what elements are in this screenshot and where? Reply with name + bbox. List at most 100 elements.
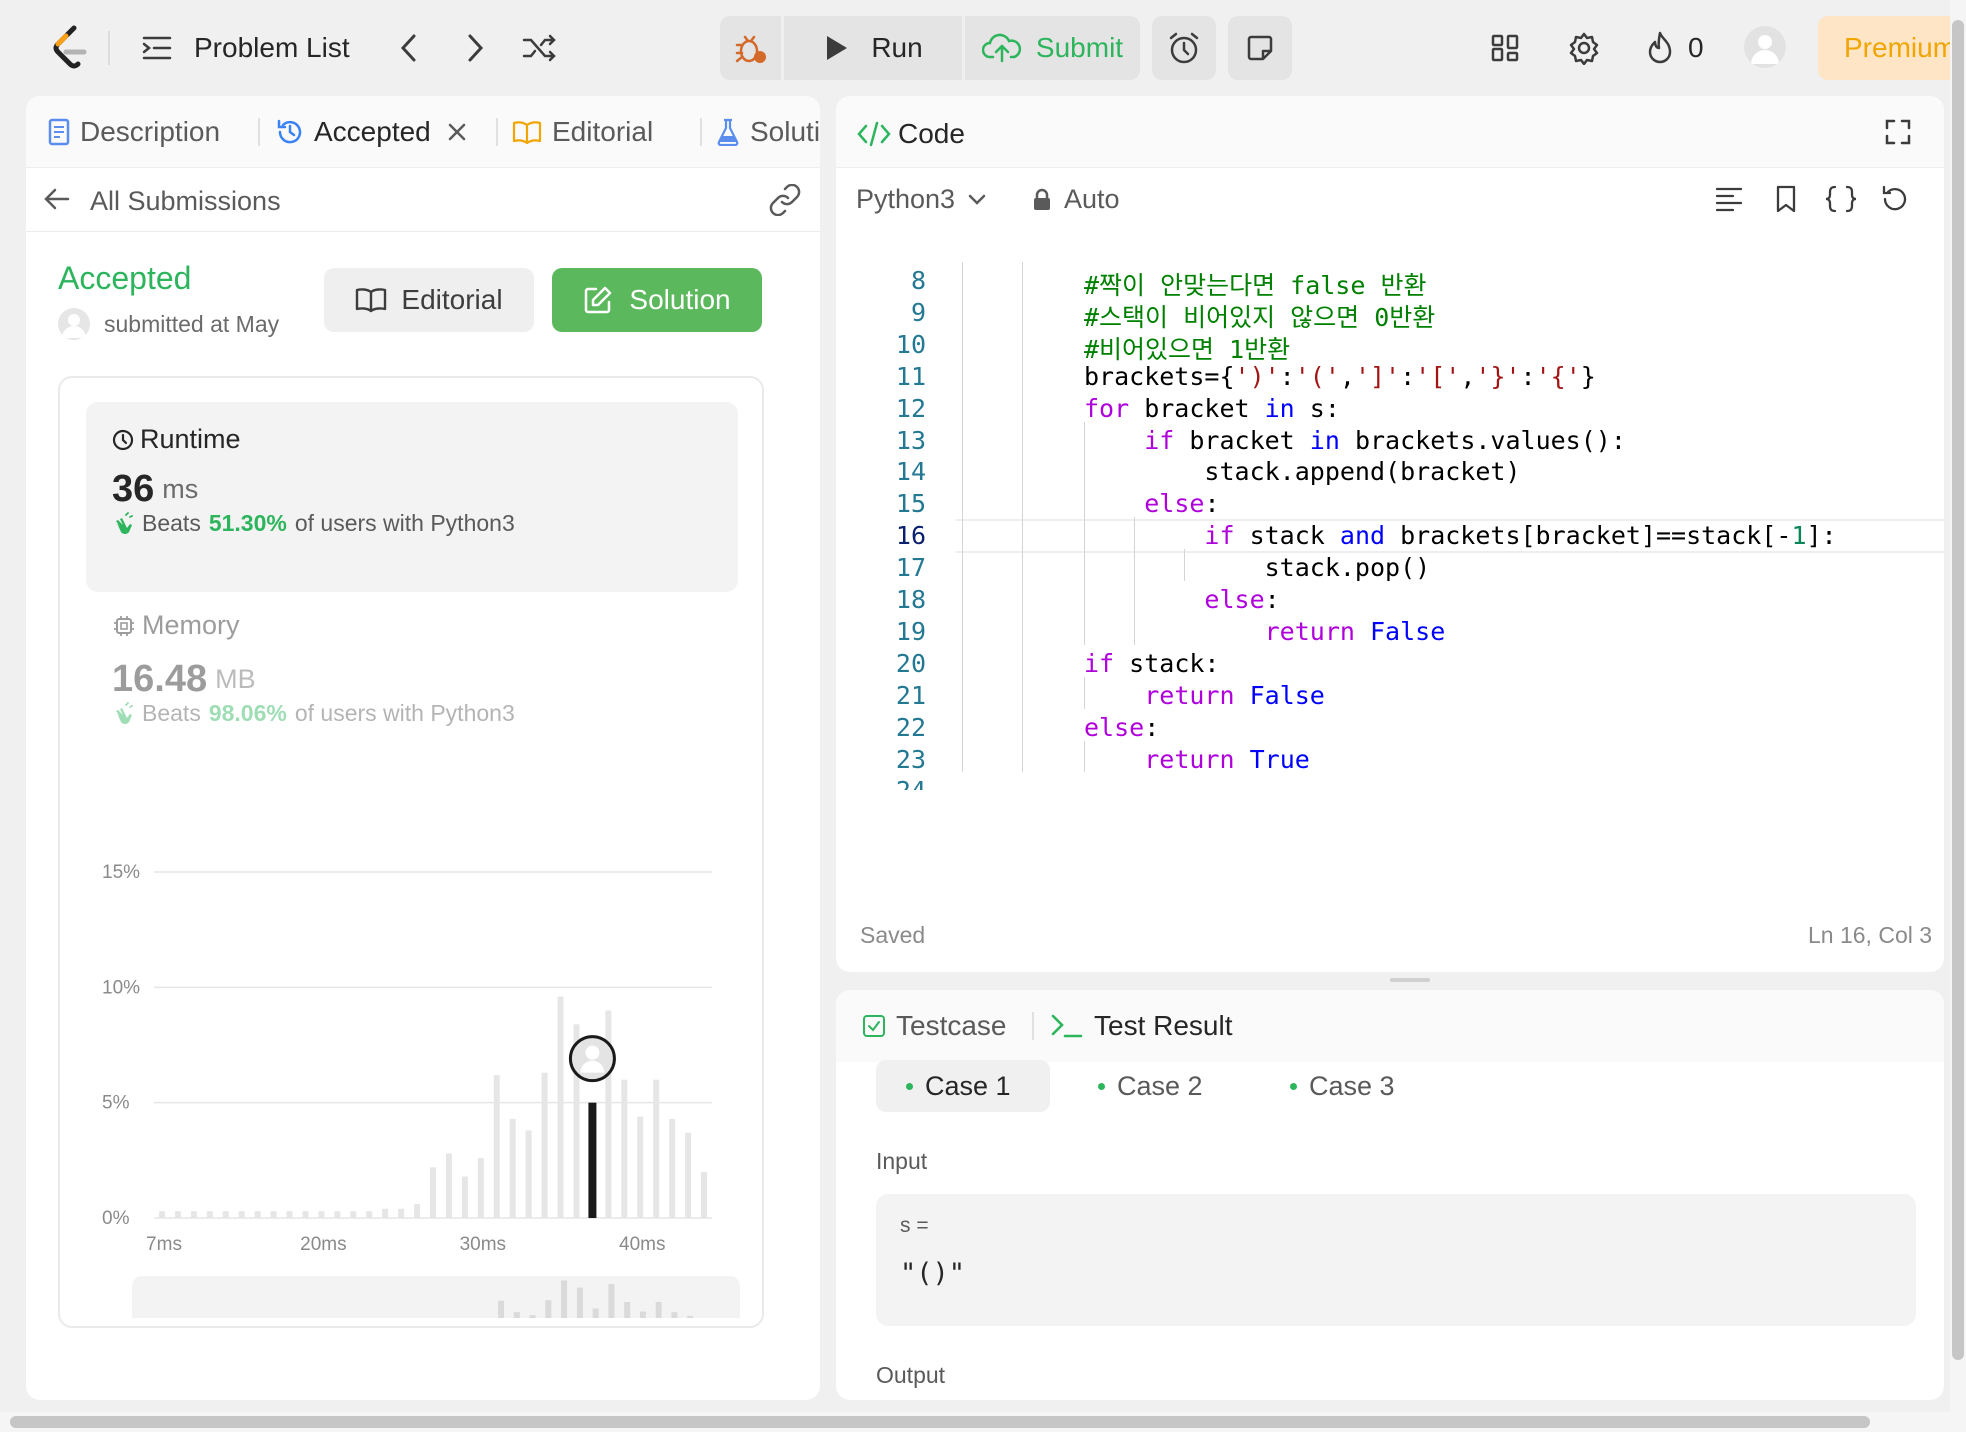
submit-button[interactable]: Submit bbox=[962, 16, 1140, 80]
tab-divider bbox=[700, 118, 702, 146]
bookmark-icon[interactable] bbox=[1774, 184, 1798, 214]
submitted-meta: submitted at May bbox=[58, 308, 316, 340]
line-number: 12 bbox=[895, 393, 926, 423]
overview-bar bbox=[608, 1284, 615, 1318]
reset-undo-icon[interactable] bbox=[1880, 184, 1910, 214]
premium-button[interactable]: Premium bbox=[1818, 16, 1950, 80]
tab-accepted[interactable]: Accepted bbox=[276, 96, 467, 168]
indent-guide bbox=[1184, 549, 1185, 581]
language-select[interactable]: Python3 bbox=[856, 184, 987, 215]
case-3-tab[interactable]: Case 3 bbox=[1290, 1060, 1395, 1112]
overview-bar bbox=[561, 1280, 568, 1318]
runtime-distribution-chart[interactable]: 15%10%5%0%7ms20ms30ms40ms7ms20ms30ms40ms bbox=[60, 778, 766, 1318]
window-vertical-scrollbar[interactable] bbox=[1950, 0, 1966, 1432]
all-submissions-link[interactable]: All Submissions bbox=[90, 186, 281, 217]
distribution-bar bbox=[557, 996, 564, 1218]
code-brackets-icon bbox=[857, 121, 891, 147]
run-button[interactable]: Run bbox=[787, 16, 959, 80]
submit-label: Submit bbox=[1035, 32, 1124, 63]
fullscreen-expand-icon[interactable] bbox=[1884, 118, 1912, 146]
distribution-bar bbox=[541, 1072, 548, 1218]
distribution-bar bbox=[382, 1208, 389, 1218]
share-link-icon[interactable] bbox=[768, 184, 802, 216]
distribution-bar bbox=[238, 1211, 245, 1218]
case-2-tab[interactable]: Case 2 bbox=[1098, 1060, 1203, 1112]
runtime-box[interactable]: Runtime 36 ms Beats 51.30% of users with… bbox=[86, 402, 738, 592]
your-submission-bar bbox=[588, 1102, 597, 1218]
history-clock-icon bbox=[276, 118, 304, 146]
y-tick-label: 15% bbox=[102, 862, 140, 883]
checkbox-icon bbox=[862, 1014, 886, 1038]
close-tab-icon[interactable] bbox=[447, 122, 467, 142]
curly-braces-icon[interactable] bbox=[1824, 184, 1858, 214]
format-align-icon[interactable] bbox=[1714, 186, 1744, 212]
distribution-bar bbox=[414, 1204, 421, 1218]
editorial-button[interactable]: Editorial bbox=[324, 268, 534, 332]
distribution-bar bbox=[430, 1167, 436, 1218]
code-title: Code bbox=[898, 118, 965, 149]
leetcode-logo-icon[interactable] bbox=[48, 24, 92, 72]
tab-description[interactable]: Description bbox=[48, 96, 220, 168]
scroll-thumb[interactable] bbox=[10, 1416, 1870, 1428]
panel-resize-handle[interactable] bbox=[1390, 978, 1430, 982]
next-problem-chevron-right-icon[interactable] bbox=[458, 30, 492, 66]
code-line: else: bbox=[1144, 489, 1220, 519]
distribution-bar bbox=[286, 1211, 293, 1218]
overview-bar bbox=[545, 1300, 552, 1318]
x-tick-label: 30ms bbox=[460, 1234, 506, 1255]
tab-testcase[interactable]: Testcase bbox=[862, 990, 1007, 1062]
layout-grid-icon[interactable] bbox=[1488, 30, 1522, 66]
distribution-bar bbox=[637, 1116, 644, 1218]
debug-bug-icon[interactable] bbox=[720, 16, 784, 80]
streak-flame-icon[interactable] bbox=[1644, 30, 1676, 66]
distribution-bar bbox=[493, 1074, 500, 1218]
distribution-bar bbox=[653, 1079, 660, 1218]
code-line: #비어있으면 1반환 bbox=[1084, 334, 1291, 364]
settings-gear-icon[interactable] bbox=[1566, 30, 1602, 66]
back-arrow-icon[interactable] bbox=[42, 184, 74, 216]
runtime-value-row: 36 ms bbox=[112, 468, 198, 511]
chart-overview-brush bbox=[132, 1276, 740, 1318]
description-document-icon bbox=[48, 118, 70, 146]
tab-solutions[interactable]: Solutions bbox=[716, 96, 820, 168]
code-line: brackets={')':'(',']':'[','}':'{'} bbox=[1084, 361, 1596, 391]
window-horizontal-scrollbar[interactable] bbox=[0, 1412, 1950, 1432]
line-number: 16 bbox=[895, 521, 926, 551]
indent-guide bbox=[1022, 262, 1023, 773]
submitter-avatar-icon bbox=[58, 308, 90, 340]
tab-test-result[interactable]: Test Result bbox=[1050, 990, 1233, 1062]
user-avatar-icon[interactable] bbox=[1744, 26, 1786, 68]
edit-pencil-icon bbox=[585, 286, 612, 314]
notes-icon[interactable] bbox=[1228, 16, 1292, 80]
problem-list-link[interactable]: Problem List bbox=[194, 32, 350, 64]
memory-label-row: Memory bbox=[112, 610, 240, 641]
runtime-value: 36 bbox=[112, 468, 155, 510]
code-editor[interactable]: 8 #짝이 안맞는다면 false 반환 9 #스택이 비어있지 않으면 0반환 10 #… bbox=[836, 232, 1944, 878]
solution-button[interactable]: Solution bbox=[552, 268, 762, 332]
distribution-bar bbox=[701, 1171, 707, 1218]
chevron-down-icon bbox=[968, 194, 986, 205]
code-line: stack.pop() bbox=[1084, 553, 1431, 583]
random-problem-shuffle-icon[interactable] bbox=[520, 30, 560, 66]
case-1-tab[interactable]: Case 1 bbox=[876, 1060, 1050, 1112]
distribution-bar bbox=[366, 1211, 373, 1218]
tab-divider bbox=[496, 118, 498, 146]
tab-editorial[interactable]: Editorial bbox=[512, 96, 653, 168]
performance-card: Runtime 36 ms Beats 51.30% of users with… bbox=[58, 376, 764, 1328]
overview-bar bbox=[624, 1302, 631, 1318]
code-line: #스택이 비어있지 않으면 0반환 bbox=[1084, 302, 1436, 332]
auto-mode-toggle[interactable]: Auto bbox=[1032, 184, 1120, 215]
code-line: else: bbox=[1084, 712, 1160, 742]
problem-list-icon[interactable] bbox=[140, 30, 174, 66]
submitted-text: submitted at May bbox=[104, 310, 280, 337]
distribution-bar bbox=[685, 1132, 692, 1218]
indent-guide bbox=[1084, 676, 1085, 709]
overview-bar bbox=[529, 1315, 536, 1318]
prev-problem-chevron-left-icon[interactable] bbox=[392, 30, 426, 66]
distribution-bar bbox=[509, 1118, 516, 1218]
distribution-bar bbox=[174, 1211, 181, 1218]
line-number: 15 bbox=[895, 489, 926, 519]
scroll-thumb[interactable] bbox=[1952, 20, 1964, 1360]
timer-alarm-clock-icon[interactable] bbox=[1152, 16, 1216, 80]
line-number: 17 bbox=[895, 553, 926, 583]
